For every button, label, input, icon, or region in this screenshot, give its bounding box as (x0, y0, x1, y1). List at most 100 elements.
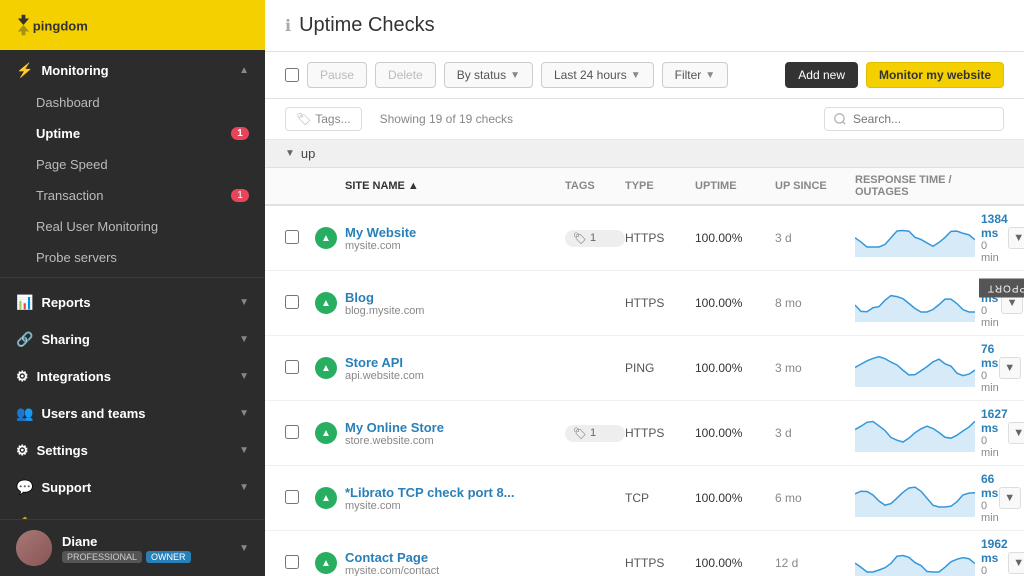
col-response[interactable]: RESPONSE TIME / OUTAGES (855, 174, 974, 198)
status-icon-5: ▲ (321, 558, 331, 569)
reports-icon: 📊 (16, 294, 33, 311)
tag-icon: 🏷 (573, 232, 587, 245)
row-checkbox-5[interactable] (285, 555, 299, 569)
sidebar-item-transaction[interactable]: Transaction 1 (0, 180, 265, 211)
users-teams-group[interactable]: 👥 Users and teams ▼ (0, 393, 265, 430)
row-action-btn-3[interactable]: ▼ (1008, 422, 1024, 444)
status-icon-1: ▲ (321, 298, 331, 309)
row-checkbox-3[interactable] (285, 425, 299, 439)
row-checkbox-0[interactable] (285, 230, 299, 244)
sparkline-5 (855, 542, 975, 576)
response-time-2: 76 ms (981, 342, 999, 370)
site-name-0[interactable]: My Website (345, 225, 565, 240)
delete-button[interactable]: Delete (375, 62, 436, 88)
page-speed-label: Page Speed (36, 157, 108, 172)
response-time-4: 66 ms (981, 472, 999, 500)
page-title: Uptime Checks (299, 14, 435, 37)
user-name: Diane (62, 534, 191, 549)
filter-chevron: ▼ (705, 70, 715, 81)
row-checkbox-2[interactable] (285, 360, 299, 374)
sparkline-3 (855, 412, 975, 455)
status-icon-4: ▲ (321, 493, 331, 504)
uptime-3: 100.00% (695, 426, 775, 440)
main-content: ℹ Uptime Checks Pause Delete By status ▼… (265, 0, 1024, 576)
site-url-2: api.website.com (345, 370, 565, 382)
sidebar-item-dashboard[interactable]: Dashboard (0, 87, 265, 118)
settings-chevron: ▼ (239, 445, 249, 456)
outages-4: 0 min (981, 500, 999, 524)
integrations-group[interactable]: ⚙ Integrations ▼ (0, 356, 265, 393)
sharing-chevron: ▼ (239, 334, 249, 345)
pause-button[interactable]: Pause (307, 62, 367, 88)
up-since-1: 8 mo (775, 296, 855, 310)
site-name-4[interactable]: *Librato TCP check port 8... (345, 485, 565, 500)
row-action-btn-0[interactable]: ▼ (1008, 227, 1024, 249)
status-indicator-0: ▲ (315, 227, 337, 249)
filter-button[interactable]: Filter ▼ (662, 62, 729, 88)
integrations-chevron: ▼ (239, 371, 249, 382)
pingdom-logo: pingdom (16, 11, 128, 39)
monitor-my-website-button[interactable]: Monitor my website (866, 62, 1004, 88)
outages-2: 0 min (981, 370, 999, 394)
last-24-button[interactable]: Last 24 hours ▼ (541, 62, 654, 88)
by-status-button[interactable]: By status ▼ (444, 62, 533, 88)
monitoring-group[interactable]: ⚡ Monitoring ▲ (0, 50, 265, 87)
support-label: Support (41, 480, 91, 495)
response-time-0: 1384 ms (981, 212, 1008, 240)
site-name-3[interactable]: My Online Store (345, 420, 565, 435)
reports-chevron: ▼ (239, 297, 249, 308)
sidebar-item-page-speed[interactable]: Page Speed (0, 149, 265, 180)
row-checkbox-4[interactable] (285, 490, 299, 504)
row-action-btn-5[interactable]: ▼ (1008, 552, 1024, 574)
col-uptime[interactable]: UPTIME (695, 180, 775, 192)
site-url-5: mysite.com/contact (345, 565, 565, 576)
type-1: HTTPS (625, 296, 695, 310)
settings-icon: ⚙ (16, 442, 29, 459)
search-input[interactable] (824, 107, 1004, 131)
site-url-4: mysite.com (345, 500, 565, 512)
sharing-label: Sharing (41, 332, 89, 347)
add-new-button[interactable]: Add new (785, 62, 858, 88)
sparkline-4 (855, 477, 975, 520)
type-2: PING (625, 361, 695, 375)
type-3: HTTPS (625, 426, 695, 440)
site-name-1[interactable]: Blog (345, 290, 565, 305)
changelog-group[interactable]: 🔔 Changelog (0, 504, 265, 519)
settings-group[interactable]: ⚙ Settings ▼ (0, 430, 265, 467)
group-chevron[interactable]: ▼ (285, 148, 295, 159)
footer-chevron[interactable]: ▼ (239, 543, 249, 554)
col-site-name[interactable]: SITE NAME ▲ (345, 180, 565, 192)
sidebar-footer: Diane PROFESSIONAL OWNER ▼ (0, 519, 265, 576)
select-all-checkbox[interactable] (285, 68, 299, 82)
support-tab[interactable]: SUPPORT (979, 279, 1024, 298)
monitoring-label: Monitoring (41, 63, 108, 78)
tag-badge: 🏷1 (565, 425, 625, 442)
uptime-4: 100.00% (695, 491, 775, 505)
site-name-2[interactable]: Store API (345, 355, 565, 370)
status-icon-3: ▲ (321, 428, 331, 439)
sharing-icon: 🔗 (16, 331, 33, 348)
reports-group[interactable]: 📊 Reports ▼ (0, 282, 265, 319)
search-bar: 🏷 Tags... Showing 19 of 19 checks (265, 99, 1024, 140)
row-checkbox-1[interactable] (285, 295, 299, 309)
site-url-0: mysite.com (345, 240, 565, 252)
status-indicator-4: ▲ (315, 487, 337, 509)
col-type[interactable]: TYPE (625, 180, 695, 192)
sidebar-item-rum[interactable]: Real User Monitoring (0, 211, 265, 242)
row-action-btn-4[interactable]: ▼ (999, 487, 1021, 509)
divider-1 (0, 277, 265, 278)
badge-owner: OWNER (146, 551, 191, 563)
row-action-btn-2[interactable]: ▼ (999, 357, 1021, 379)
sidebar-item-uptime[interactable]: Uptime 1 (0, 118, 265, 149)
sharing-group[interactable]: 🔗 Sharing ▼ (0, 319, 265, 356)
site-url-1: blog.mysite.com (345, 305, 565, 317)
tags-button[interactable]: 🏷 Tags... (285, 107, 362, 131)
badge-professional: PROFESSIONAL (62, 551, 142, 563)
status-indicator-1: ▲ (315, 292, 337, 314)
support-group[interactable]: 💬 Support ▼ (0, 467, 265, 504)
site-name-5[interactable]: Contact Page (345, 550, 565, 565)
col-up-since[interactable]: UP SINCE (775, 180, 855, 192)
uptime-2: 100.00% (695, 361, 775, 375)
sidebar-item-probe[interactable]: Probe servers (0, 242, 265, 273)
col-tags[interactable]: TAGS (565, 180, 625, 192)
